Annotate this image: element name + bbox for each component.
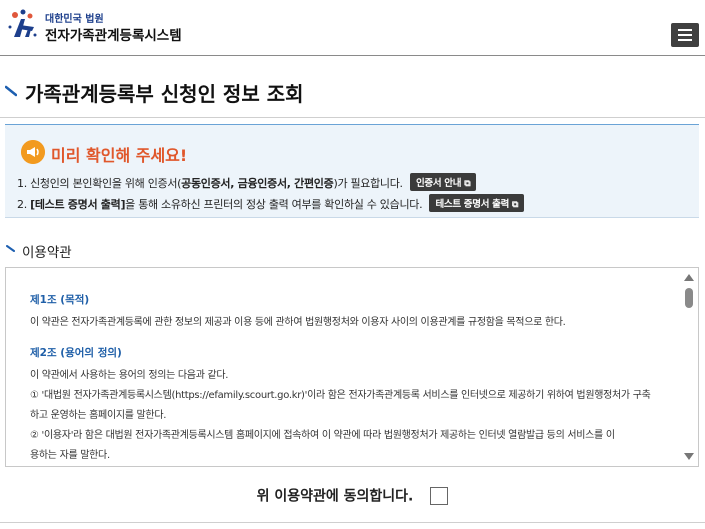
megaphone-icon [21,140,45,164]
notice-line-2-prefix: 2. [17,198,31,211]
divider [0,522,705,523]
notice-line-2: 2. [테스트 증명서 출력]을 통해 소유하신 프린터의 정상 출력 여부를 … [17,194,525,212]
divider [0,117,705,118]
notice-title: 미리 확인해 주세요! [51,146,188,165]
notice-line-1-suffix: )가 필요합니다. [333,177,403,190]
title-marker-icon [5,85,17,97]
terms-agreement: 위 이용약관에 동의합니다. [0,485,705,509]
agreement-checkbox[interactable] [430,486,449,505]
external-link-icon: ⧉ [464,179,471,189]
agreement-label[interactable]: 위 이용약관에 동의합니다. [257,489,414,505]
notice-line-1-bold: 공동인증서, 금융인증서, 간편인증 [181,177,334,190]
notice-line-1-prefix: 1. 신청인의 본인확인을 위해 인증서( [17,177,182,190]
certificate-guide-label: 인증서 안내 [415,178,462,189]
article-1-heading: 제1조 (목적) [30,294,90,306]
terms-content: 제1조 (목적) 이 약관은 전자가족관계등록에 관한 정보의 제공과 이용 등… [30,292,675,466]
article-1-text: 이 약관은 전자가족관계등록에 관한 정보의 제공과 이용 등에 관하여 법원행… [30,317,566,328]
court-logo-icon[interactable] [6,7,40,43]
article-2-item-2-line-1: ② '이용자'라 함은 대법원 전자가족관계등록시스템 홈페이지에 접속하여 이… [30,430,615,441]
notice-line-2-bold: [테스트 증명서 출력] [30,198,126,211]
article-2-item-1-line-1: ① '대법원 전자가족관계등록시스템(https://efamily.scour… [30,390,651,401]
article-2-item-2-line-2: 용하는 자를 말한다. [30,450,110,461]
system-name[interactable]: 전자가족관계등록시스템 [45,24,182,44]
org-name: 대한민국 법원 [45,14,104,25]
scrollbar-thumb[interactable] [685,288,693,308]
notice-box: 미리 확인해 주세요! 1. 신청인의 본인확인을 위해 인증서(공동인증서, … [5,124,699,218]
scroll-down-arrow-icon[interactable] [684,453,694,460]
notice-line-1: 1. 신청인의 본인확인을 위해 인증서(공동인증서, 금융인증서, 간편인증)… [17,173,477,191]
test-certificate-print-label: 테스트 증명서 출력 [435,199,510,210]
scroll-up-arrow-icon[interactable] [684,274,694,281]
article-2-intro: 이 약관에서 사용하는 용어의 정의는 다음과 같다. [30,370,229,381]
notice-line-2-suffix: 을 통해 소유하신 프린터의 정상 출력 여부를 확인하실 수 있습니다. [125,198,423,211]
terms-scroll-box[interactable]: 제1조 (목적) 이 약관은 전자가족관계등록에 관한 정보의 제공과 이용 등… [5,267,699,467]
site-header: 대한민국 법원 전자가족관계등록시스템 [0,0,705,56]
terms-section-title: 이용약관 [22,245,72,261]
page-title: 가족관계등록부 신청인 정보 조회 [25,82,304,106]
test-certificate-print-button[interactable]: 테스트 증명서 출력 ⧉ [429,194,525,212]
terms-scrollbar[interactable] [682,270,696,464]
section-marker-icon [6,245,15,252]
hamburger-menu-icon[interactable] [671,23,699,47]
external-link-icon: ⧉ [512,200,519,210]
article-2-heading: 제2조 (용어의 정의) [30,347,122,359]
article-2-item-1-line-2: 하고 운영하는 홈페이지를 말한다. [30,410,167,421]
certificate-guide-button[interactable]: 인증서 안내 ⧉ [409,173,477,191]
